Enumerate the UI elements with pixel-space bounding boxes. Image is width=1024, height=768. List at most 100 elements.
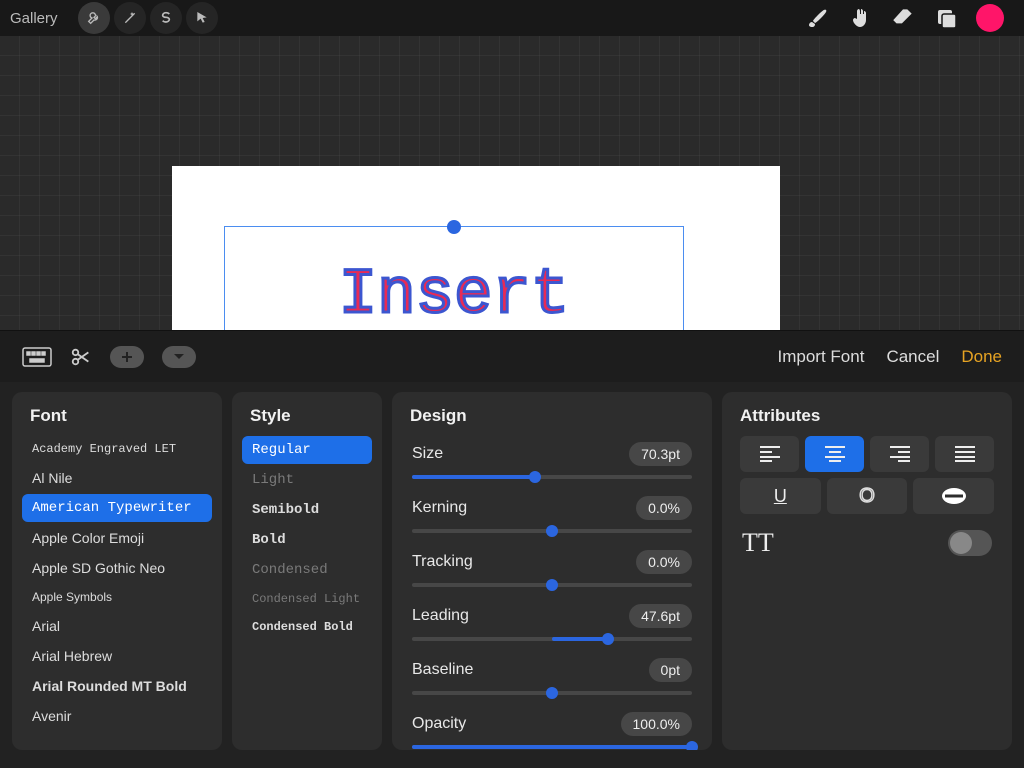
cut-button[interactable] (70, 346, 92, 368)
design-label: Opacity (412, 715, 621, 733)
arrow-cursor-icon (194, 10, 210, 26)
gallery-link[interactable]: Gallery (10, 10, 58, 27)
attributes-card: Attributes U O TT (722, 392, 1012, 750)
eraser-tool[interactable] (890, 5, 916, 31)
text-style-segment: U O (740, 478, 994, 514)
font-item[interactable]: American Typewriter (22, 494, 212, 522)
eraser-icon (890, 5, 916, 31)
style-item[interactable]: Regular (242, 436, 372, 464)
style-item[interactable]: Condensed Bold (242, 614, 372, 640)
layers-icon (934, 6, 958, 30)
brush-icon (806, 6, 830, 30)
import-font-button[interactable]: Import Font (778, 347, 865, 367)
canvas-area[interactable]: Insert quote (0, 36, 1024, 330)
keyboard-icon (22, 347, 52, 367)
keyboard-button[interactable] (22, 347, 52, 367)
design-row: Size70.3pt (402, 436, 702, 466)
chevron-down-icon (172, 352, 186, 362)
design-value[interactable]: 0.0% (636, 496, 692, 520)
actions-button[interactable] (78, 2, 110, 34)
design-row: Leading47.6pt (402, 598, 702, 628)
design-row: Tracking0.0% (402, 544, 702, 574)
font-item[interactable]: Apple Color Emoji (22, 524, 212, 552)
style-item[interactable]: Condensed (242, 556, 372, 584)
design-value[interactable]: 0.0% (636, 550, 692, 574)
align-left-button[interactable] (740, 436, 799, 472)
design-value[interactable]: 70.3pt (629, 442, 692, 466)
vertical-text-row: TT (742, 528, 992, 558)
style-item[interactable]: Bold (242, 526, 372, 554)
font-item[interactable]: Arial Rounded MT Bold (22, 672, 212, 700)
toolbar-right (806, 4, 1014, 32)
design-label: Baseline (412, 661, 649, 679)
text-line-1: Insert (225, 245, 683, 330)
align-right-button[interactable] (870, 436, 929, 472)
font-list[interactable]: Academy Engraved LETAl NileAmerican Type… (22, 436, 212, 730)
style-list[interactable]: RegularLightSemiboldBoldCondensedCondens… (242, 436, 372, 640)
style-item[interactable]: Semibold (242, 496, 372, 524)
style-item[interactable]: Condensed Light (242, 586, 372, 612)
plus-icon (120, 350, 134, 364)
align-segment (740, 436, 994, 472)
selection-s-icon (158, 10, 174, 26)
font-item[interactable]: Apple SD Gothic Neo (22, 554, 212, 582)
text-panel-bar: Import Font Cancel Done (0, 330, 1024, 382)
text-panels: Font Academy Engraved LETAl NileAmerican… (0, 382, 1024, 768)
design-title: Design (410, 406, 694, 426)
font-item[interactable]: Al Nile (22, 464, 212, 492)
font-item[interactable]: Academy Engraved LET (22, 436, 212, 462)
design-value[interactable]: 100.0% (621, 712, 692, 736)
design-slider[interactable] (412, 738, 692, 750)
design-value[interactable]: 0pt (649, 658, 692, 682)
design-label: Tracking (412, 553, 636, 571)
design-label: Leading (412, 607, 629, 625)
done-button[interactable]: Done (961, 347, 1002, 367)
transform-button[interactable] (186, 2, 218, 34)
font-item[interactable]: Arial Hebrew (22, 642, 212, 670)
font-item[interactable]: Arial (22, 612, 212, 640)
toolbar-left: Gallery (10, 2, 218, 34)
style-title: Style (250, 406, 364, 426)
design-slider[interactable] (412, 684, 692, 702)
smudge-tool[interactable] (848, 6, 872, 30)
selection-button[interactable] (150, 2, 182, 34)
font-card: Font Academy Engraved LETAl NileAmerican… (12, 392, 222, 750)
design-slider[interactable] (412, 522, 692, 540)
design-label: Size (412, 445, 629, 463)
design-slider[interactable] (412, 468, 692, 486)
text-bounding-box[interactable]: Insert quote (224, 226, 684, 330)
more-button[interactable] (162, 346, 196, 368)
wrench-icon (86, 10, 102, 26)
design-slider[interactable] (412, 630, 692, 648)
outline-button[interactable]: O (827, 478, 908, 514)
style-item[interactable]: Light (242, 466, 372, 494)
vertical-text-toggle[interactable] (948, 530, 992, 556)
cancel-button[interactable]: Cancel (886, 347, 939, 367)
design-row: Kerning0.0% (402, 490, 702, 520)
font-item[interactable]: Avenir (22, 702, 212, 730)
canvas-text[interactable]: Insert quote (225, 227, 683, 330)
design-value[interactable]: 47.6pt (629, 604, 692, 628)
design-slider[interactable] (412, 576, 692, 594)
align-center-icon (825, 446, 845, 462)
canvas-page: Insert quote (172, 166, 780, 330)
align-justify-button[interactable] (935, 436, 994, 472)
align-justify-icon (955, 446, 975, 462)
strikethrough-button[interactable] (913, 478, 994, 514)
outline-o-icon: O (859, 485, 875, 508)
layers-tool[interactable] (934, 6, 958, 30)
active-color[interactable] (976, 4, 1004, 32)
underline-button[interactable]: U (740, 478, 821, 514)
vertical-text-label: TT (742, 528, 774, 558)
font-item[interactable]: Apple Symbols (22, 584, 212, 610)
design-card: Design Size70.3ptKerning0.0%Tracking0.0%… (392, 392, 712, 750)
brush-tool[interactable] (806, 6, 830, 30)
add-button[interactable] (110, 346, 144, 368)
font-title: Font (30, 406, 204, 426)
align-center-button[interactable] (805, 436, 864, 472)
underline-icon: U (774, 486, 787, 507)
align-right-icon (890, 446, 910, 462)
adjustments-button[interactable] (114, 2, 146, 34)
text-handle[interactable] (447, 220, 461, 234)
wand-icon (122, 10, 138, 26)
